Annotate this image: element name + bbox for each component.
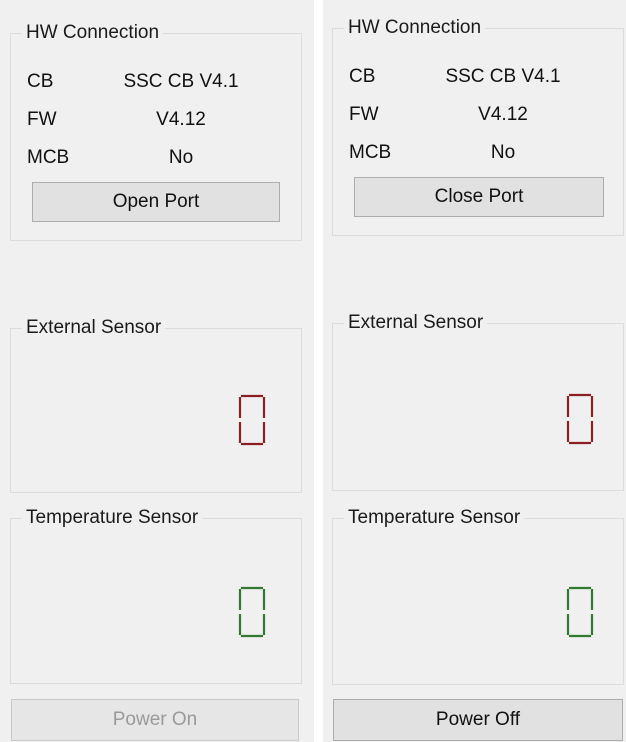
left-panel: HW Connection CB SSC CB V4.1 FW V4.12 MC…	[0, 0, 314, 742]
hw-connection-title: HW Connection	[344, 17, 486, 39]
cb-value: SSC CB V4.1	[123, 71, 239, 92]
temperature-sensor-title: Temperature Sensor	[344, 507, 525, 529]
hw-connection-title: HW Connection	[22, 22, 164, 44]
hw-connection-group: HW Connection CB SSC CB V4.1 FW V4.12 MC…	[332, 17, 624, 236]
temperature-sensor-group: Temperature Sensor	[332, 507, 624, 685]
mcb-label: MCB	[349, 142, 392, 163]
close-port-button[interactable]: Close Port	[354, 177, 604, 217]
external-sensor-title: External Sensor	[344, 312, 488, 334]
right-panel: HW Connection CB SSC CB V4.1 FW V4.12 MC…	[323, 0, 626, 742]
mcb-label: MCB	[27, 147, 70, 168]
external-sensor-digit	[238, 394, 266, 446]
external-sensor-title: External Sensor	[22, 317, 166, 339]
mcb-value: No	[490, 142, 516, 163]
fw-label: FW	[349, 104, 379, 125]
mcb-value: No	[168, 147, 194, 168]
fw-label: FW	[27, 109, 57, 130]
cb-value: SSC CB V4.1	[445, 66, 561, 87]
external-sensor-digit	[566, 393, 594, 445]
open-port-button[interactable]: Open Port	[32, 182, 280, 222]
cb-label: CB	[27, 71, 54, 92]
temperature-sensor-title: Temperature Sensor	[22, 507, 203, 529]
hw-connection-group: HW Connection CB SSC CB V4.1 FW V4.12 MC…	[10, 22, 302, 241]
fw-value: V4.12	[156, 109, 206, 130]
temperature-sensor-digit	[238, 586, 266, 638]
temperature-sensor-digit	[566, 586, 594, 638]
external-sensor-group: External Sensor	[10, 317, 302, 493]
power-off-button[interactable]: Power Off	[333, 699, 623, 741]
fw-value: V4.12	[478, 104, 528, 125]
external-sensor-group: External Sensor	[332, 312, 624, 491]
cb-label: CB	[349, 66, 376, 87]
power-on-button[interactable]: Power On	[11, 699, 299, 741]
temperature-sensor-group: Temperature Sensor	[10, 507, 302, 684]
